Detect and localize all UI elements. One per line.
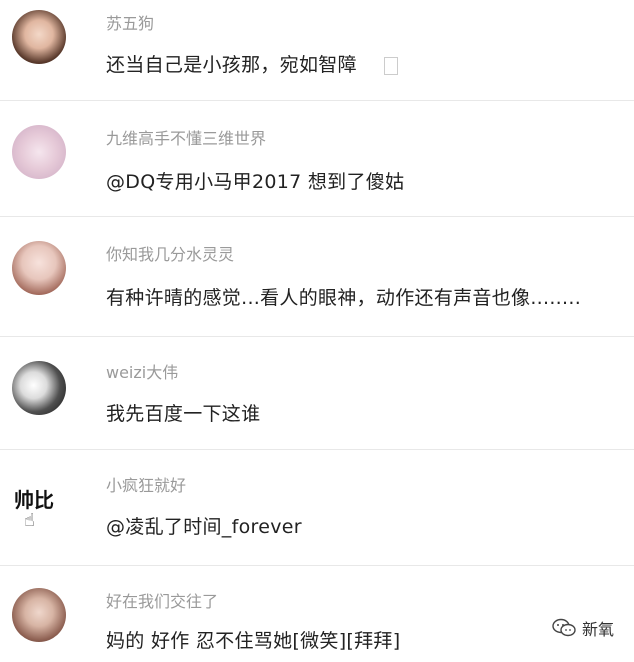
comment-text: @凌乱了时间_forever [106, 516, 302, 538]
comment-text: 妈的 好作 忍不住骂她[微笑][拜拜] [106, 630, 401, 652]
comment-text: 有种许晴的感觉...看人的眼神，动作还有声音也像........ [106, 287, 582, 309]
watermark-label: 新氧 [581, 620, 614, 639]
pointing-hand-icon: ☝ [24, 510, 35, 531]
wechat-icon [552, 618, 576, 637]
comment-item: weizi大伟 我先百度一下这谁 [0, 337, 634, 449]
avatar[interactable] [12, 125, 66, 179]
comment-username[interactable]: 九维高手不懂三维世界 [106, 125, 266, 149]
avatar[interactable] [12, 10, 66, 64]
comment-list: 苏五狗 还当自己是小孩那，宛如智障 九维高手不懂三维世界 @DQ专用小马甲201… [0, 0, 634, 662]
comment-username[interactable]: weizi大伟 [106, 359, 178, 383]
comment-username[interactable]: 小疯狂就好 [106, 472, 186, 496]
comment-username[interactable]: 你知我几分水灵灵 [106, 241, 234, 265]
avatar[interactable] [12, 588, 66, 642]
avatar[interactable]: 帅比 ☝ [14, 484, 74, 538]
comment-item: 九维高手不懂三维世界 @DQ专用小马甲2017 想到了傻姑 [0, 101, 634, 216]
watermark: 新氧 [552, 616, 614, 640]
avatar[interactable] [12, 361, 66, 415]
comment-text: 我先百度一下这谁 [106, 403, 261, 425]
comment-item: 帅比 ☝ 小疯狂就好 @凌乱了时间_forever [0, 450, 634, 565]
comment-item: 好在我们交往了 妈的 好作 忍不住骂她[微笑][拜拜] [0, 566, 634, 662]
comment-item: 苏五狗 还当自己是小孩那，宛如智障 [0, 0, 634, 100]
avatar-text: 帅比 [14, 488, 54, 512]
emoji-placeholder-icon [384, 57, 398, 75]
comment-text: 还当自己是小孩那，宛如智障 [106, 54, 357, 76]
comment-text: @DQ专用小马甲2017 想到了傻姑 [106, 171, 405, 193]
comment-username[interactable]: 好在我们交往了 [106, 588, 218, 612]
comment-item: 你知我几分水灵灵 有种许晴的感觉...看人的眼神，动作还有声音也像.......… [0, 217, 634, 335]
avatar[interactable] [12, 241, 66, 295]
comment-username[interactable]: 苏五狗 [106, 10, 154, 34]
